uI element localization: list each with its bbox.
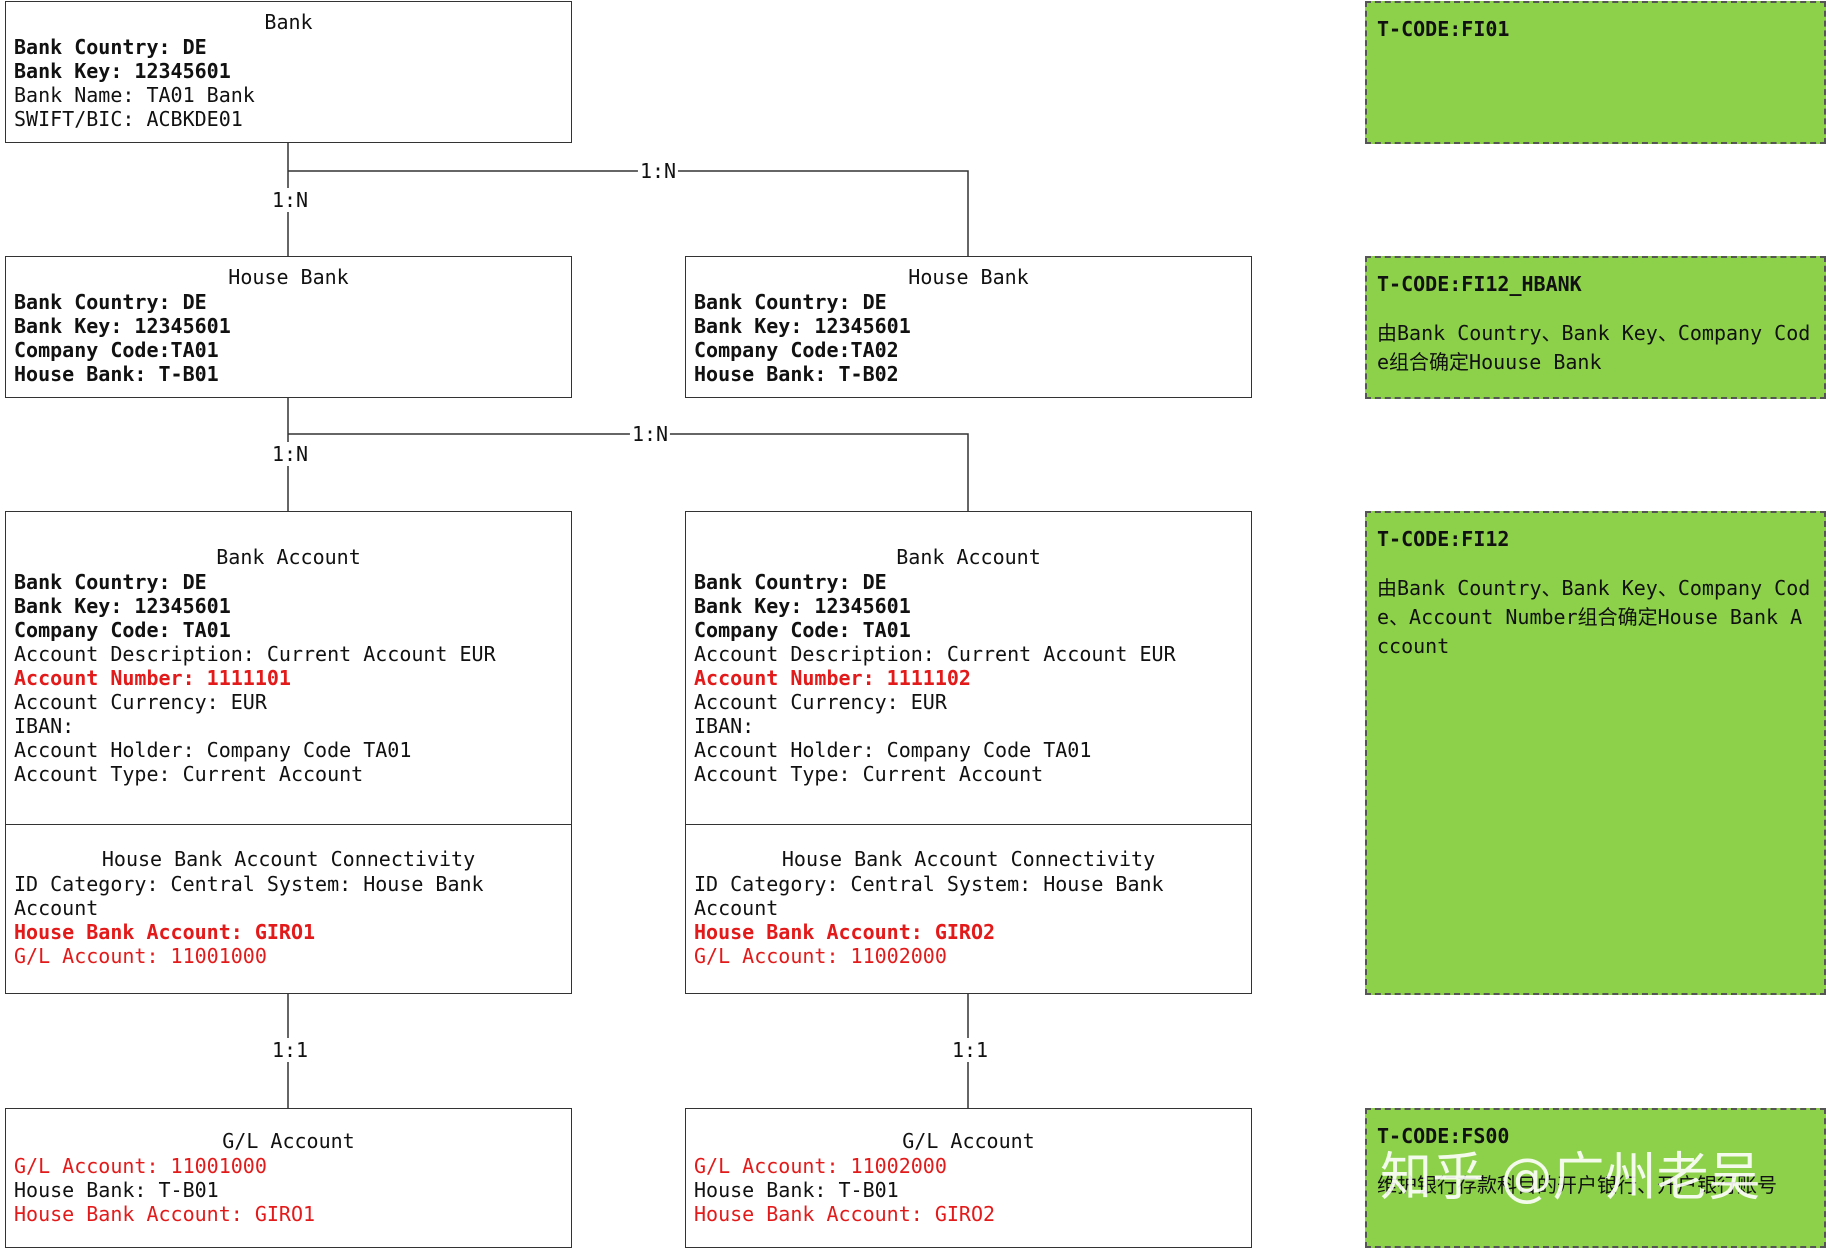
gl-account-box: G/L Account G/L Account: 11002000 House … xyxy=(685,1108,1252,1248)
gl-account-title: G/L Account xyxy=(902,1129,1035,1153)
bank-account-description: Account Description: Current Account EUR xyxy=(694,642,1176,666)
house-bank-key: Bank Key: 12345601 xyxy=(694,314,911,338)
bank-account-type: Account Type: Current Account xyxy=(694,762,1044,786)
bank-account-company: Company Code: TA01 xyxy=(14,618,231,642)
bank-account-country: Bank Country: DE xyxy=(14,570,207,594)
bank-account-number: Account Number: 1111102 xyxy=(694,666,971,690)
relation-label: 1:N xyxy=(629,422,671,446)
relation-label: 1:1 xyxy=(269,1038,311,1062)
bank-account-iban: IBAN: xyxy=(14,714,75,738)
bank-account-iban: IBAN: xyxy=(694,714,755,738)
house-bank-company: Company Code:TA01 xyxy=(14,338,219,362)
house-bank-box: House Bank Bank Country: DE Bank Key: 12… xyxy=(5,256,572,398)
line-bank-to-hb2 xyxy=(288,170,969,256)
house-bank-country: Bank Country: DE xyxy=(694,290,887,314)
tcode-note: T-CODE:FI01 xyxy=(1365,1,1826,144)
bank-account-country: Bank Country: DE xyxy=(694,570,887,594)
gl-account-number: G/L Account: 11001000 xyxy=(14,1154,267,1178)
house-bank-title: House Bank xyxy=(228,265,349,289)
tcode-label: T-CODE:FI12 xyxy=(1377,527,1510,551)
relation-label: 1:N xyxy=(269,442,311,466)
connectivity-id-category: ID Category: Central System: House Bank … xyxy=(14,872,484,920)
connectivity-gl-account: G/L Account: 11001000 xyxy=(14,944,267,968)
bank-account-number: Account Number: 1111101 xyxy=(14,666,291,690)
bank-account-holder: Account Holder: Company Code TA01 xyxy=(694,738,1092,762)
bank-swift: SWIFT/BIC: ACBKDE01 xyxy=(14,107,243,131)
house-bank-country: Bank Country: DE xyxy=(14,290,207,314)
relation-label: 1:N xyxy=(637,159,679,183)
gl-account-box: G/L Account G/L Account: 11001000 House … xyxy=(5,1108,572,1248)
bank-account-currency: Account Currency: EUR xyxy=(694,690,947,714)
tcode-label: T-CODE:FI01 xyxy=(1377,17,1510,41)
gl-account-title: G/L Account xyxy=(222,1129,355,1153)
bank-title: Bank xyxy=(264,10,313,34)
tcode-note: T-CODE:FI12_HBANK 由Bank Country、Bank Key… xyxy=(1365,256,1826,399)
connectivity-title: House Bank Account Connectivity xyxy=(101,847,476,871)
bank-account-box: Bank Account Bank Country: DE Bank Key: … xyxy=(685,511,1252,994)
relation-label: 1:1 xyxy=(949,1038,991,1062)
house-bank-id: House Bank: T-B01 xyxy=(14,362,219,386)
house-bank-id: House Bank: T-B02 xyxy=(694,362,899,386)
bank-account-type: Account Type: Current Account xyxy=(14,762,364,786)
connectivity-title: House Bank Account Connectivity xyxy=(781,847,1156,871)
watermark: 知乎 @广州老吴 xyxy=(1380,1148,1761,1208)
house-bank-company: Company Code:TA02 xyxy=(694,338,899,362)
gl-account-house-bank-account: House Bank Account: GIRO1 xyxy=(14,1202,316,1226)
gl-account-house-bank: House Bank: T-B01 xyxy=(14,1178,219,1202)
bank-account-key: Bank Key: 12345601 xyxy=(14,594,231,618)
tcode-description: 由Bank Country、Bank Key、Company Code、Acco… xyxy=(1377,576,1811,658)
relation-label: 1:N xyxy=(269,188,311,212)
bank-account-holder: Account Holder: Company Code TA01 xyxy=(14,738,412,762)
connectivity-house-bank-account: House Bank Account: GIRO2 xyxy=(694,920,996,944)
tcode-note: T-CODE:FI12 由Bank Country、Bank Key、Compa… xyxy=(1365,511,1826,995)
bank-account-currency: Account Currency: EUR xyxy=(14,690,267,714)
house-bank-title: House Bank xyxy=(908,265,1029,289)
bank-country: Bank Country: DE xyxy=(14,35,207,59)
gl-account-number: G/L Account: 11002000 xyxy=(694,1154,947,1178)
house-bank-box: House Bank Bank Country: DE Bank Key: 12… xyxy=(685,256,1252,398)
bank-account-description: Account Description: Current Account EUR xyxy=(14,642,496,666)
bank-account-company: Company Code: TA01 xyxy=(694,618,911,642)
bank-account-title: Bank Account xyxy=(896,545,1041,569)
tcode-label: T-CODE:FI12_HBANK xyxy=(1377,272,1582,296)
tcode-description: 由Bank Country、Bank Key、Company Code组合确定H… xyxy=(1377,321,1811,374)
connectivity-id-category: ID Category: Central System: House Bank … xyxy=(694,872,1164,920)
connectivity-house-bank-account: House Bank Account: GIRO1 xyxy=(14,920,316,944)
gl-account-house-bank: House Bank: T-B01 xyxy=(694,1178,899,1202)
bank-name: Bank Name: TA01 Bank xyxy=(14,83,255,107)
bank-account-key: Bank Key: 12345601 xyxy=(694,594,911,618)
house-bank-key: Bank Key: 12345601 xyxy=(14,314,231,338)
connectivity-gl-account: G/L Account: 11002000 xyxy=(694,944,947,968)
bank-account-title: Bank Account xyxy=(216,545,361,569)
bank-key: Bank Key: 12345601 xyxy=(14,59,231,83)
gl-account-house-bank-account: House Bank Account: GIRO2 xyxy=(694,1202,996,1226)
line-hb1-to-acc2 xyxy=(288,433,969,511)
bank-account-box: Bank Account Bank Country: DE Bank Key: … xyxy=(5,511,572,994)
bank-box: Bank Bank Country: DE Bank Key: 12345601… xyxy=(5,1,572,143)
